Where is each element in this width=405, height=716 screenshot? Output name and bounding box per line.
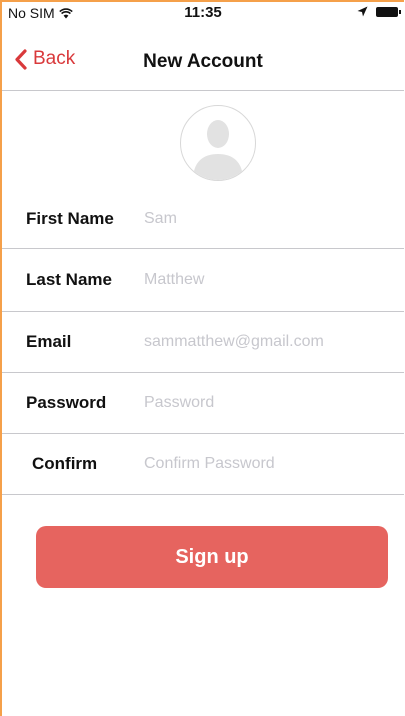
email-input[interactable] — [144, 333, 374, 351]
avatar[interactable] — [180, 105, 256, 181]
phone-screen: No SIM 11:35 Back New Account First Name… — [0, 0, 404, 716]
email-label: Email — [26, 332, 72, 351]
avatar-placeholder-icon — [193, 120, 243, 180]
last-name-label: Last Name — [26, 270, 112, 289]
last-name-row: Last Name — [2, 249, 404, 312]
email-row: Email — [2, 312, 404, 373]
page-title: New Account — [143, 51, 263, 72]
status-bar: No SIM 11:35 — [2, 2, 404, 24]
location-arrow-icon — [357, 6, 368, 17]
confirm-row: Confirm — [2, 434, 404, 495]
password-row: Password — [2, 373, 404, 434]
confirm-password-input[interactable] — [144, 455, 374, 473]
password-label: Password — [26, 393, 107, 412]
last-name-input[interactable] — [144, 271, 374, 289]
first-name-input[interactable] — [144, 210, 374, 228]
status-right-group — [357, 6, 401, 17]
first-name-label: First Name — [26, 209, 114, 228]
first-name-row: First Name — [2, 190, 404, 249]
battery-icon — [376, 6, 401, 17]
status-time: 11:35 — [184, 4, 222, 21]
password-input[interactable] — [144, 394, 374, 412]
confirm-label: Confirm — [32, 454, 98, 473]
account-form: First Name Last Name Email Password Conf… — [2, 190, 404, 495]
sign-up-button[interactable]: Sign up — [36, 526, 388, 588]
navigation-bar: Back New Account — [2, 24, 404, 91]
